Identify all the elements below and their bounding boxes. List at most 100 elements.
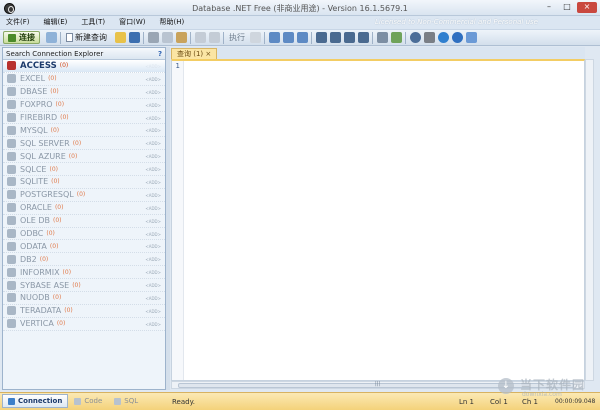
connection-count: (0) (76, 191, 86, 199)
new-query-button[interactable]: 新建查询 (63, 31, 110, 44)
add-connection-link[interactable]: <ADD> (145, 219, 161, 224)
connection-count: (0) (48, 75, 57, 83)
add-connection-link[interactable]: <ADD> (145, 141, 161, 146)
connection-item-mysql[interactable]: MYSQL (0) <ADD> (3, 124, 165, 138)
export-icon[interactable] (376, 32, 388, 43)
menu-file[interactable]: 文件(F) (6, 16, 30, 29)
add-connection-link[interactable]: <ADD> (145, 296, 161, 301)
undo-icon[interactable] (194, 32, 206, 43)
execute-button[interactable]: 执行 (229, 32, 245, 43)
connection-item-postgresql[interactable]: POSTGRESQL (0) <ADD> (3, 189, 165, 202)
watermark: ↓ 当下软件园 downxia.com (494, 374, 598, 408)
menu-help[interactable]: 帮助(H) (160, 16, 185, 29)
uncomment-icon[interactable] (296, 32, 308, 43)
tab-code[interactable]: Code (68, 394, 108, 408)
connection-item-sql-azure[interactable]: SQL AZURE (0) <ADD> (3, 150, 165, 164)
database-icon (7, 61, 16, 71)
close-button[interactable]: × (577, 2, 597, 13)
menu-tools[interactable]: 工具(T) (81, 16, 105, 29)
add-connection-link[interactable]: <ADD> (145, 283, 161, 288)
connection-item-excel[interactable]: EXCEL (0) <ADD> (3, 73, 165, 86)
connection-item-sqlce[interactable]: SQLCE (0) <ADD> (3, 163, 165, 177)
add-connection-link[interactable]: <ADD> (145, 232, 161, 237)
tab-sql[interactable]: SQL (108, 394, 144, 408)
add-connection-link[interactable]: <ADD> (145, 193, 161, 198)
add-connection-link[interactable]: <ADD> (145, 206, 161, 211)
connection-item-sqlite[interactable]: SQLITE (0) <ADD> (3, 176, 165, 189)
connection-item-teradata[interactable]: TERADATA (0) <ADD> (3, 305, 165, 318)
watermark-url: downxia.com (522, 391, 562, 398)
wrap-icon[interactable] (357, 32, 369, 43)
panel-splitter[interactable] (166, 47, 170, 390)
connection-item-informix[interactable]: INFORMIX (0) <ADD> (3, 266, 165, 280)
connection-count: (0) (55, 101, 65, 109)
options-icon[interactable] (409, 32, 421, 43)
connection-item-vertica[interactable]: VERTICA (0) <ADD> (3, 318, 165, 331)
database-icon (7, 229, 16, 239)
paste-icon[interactable] (175, 32, 187, 43)
tab-close-icon[interactable]: × (205, 50, 211, 58)
connection-item-firebird[interactable]: FIREBIRD (0) <ADD> (3, 112, 165, 125)
arrow-icon[interactable] (465, 32, 477, 43)
redo-icon[interactable] (208, 32, 220, 43)
tab-query-1[interactable]: 查询 (1) × (171, 48, 218, 59)
add-connection-link[interactable]: <ADD> (145, 77, 161, 82)
connection-name: SQLITE (20, 177, 49, 187)
add-connection-link[interactable]: <ADD> (145, 322, 161, 327)
add-connection-link[interactable]: <ADD> (145, 257, 161, 262)
connection-item-odata[interactable]: ODATA (0) <ADD> (3, 240, 165, 254)
connection-item-sybase-ase[interactable]: SYBASE ASE (0) <ADD> (3, 279, 165, 293)
add-connection-link[interactable]: <ADD> (145, 244, 161, 249)
copy-icon[interactable] (161, 32, 173, 43)
refresh-icon[interactable] (45, 32, 57, 43)
add-connection-link[interactable]: <ADD> (145, 90, 161, 95)
web-icon[interactable] (437, 32, 449, 43)
add-connection-link[interactable]: <ADD> (145, 180, 161, 185)
maximize-button[interactable]: □ (559, 2, 575, 13)
add-connection-link[interactable]: <ADD> (145, 128, 161, 133)
connection-name: VERTICA (20, 319, 54, 329)
watermark-download-icon: ↓ (498, 378, 514, 394)
save-icon[interactable] (128, 32, 140, 43)
align-icon[interactable] (343, 32, 355, 43)
cut-icon[interactable] (147, 32, 159, 43)
new-query-label: 新建查询 (75, 33, 107, 42)
add-connection-link[interactable]: <ADD> (145, 309, 161, 314)
connection-item-odbc[interactable]: ODBC (0) <ADD> (3, 228, 165, 241)
check-icon[interactable] (249, 32, 261, 43)
menu-window[interactable]: 窗口(W) (119, 16, 145, 29)
comment-icon[interactable] (282, 32, 294, 43)
indent-icon[interactable] (315, 32, 327, 43)
explorer-help-button[interactable]: ? (158, 48, 162, 60)
vertical-scrollbar[interactable] (585, 59, 594, 381)
format-icon[interactable] (268, 32, 280, 43)
outdent-icon[interactable] (329, 32, 341, 43)
toolbar-separator (190, 31, 191, 44)
connection-item-dbase[interactable]: DBASE (0) <ADD> (3, 86, 165, 99)
open-folder-icon[interactable] (114, 32, 126, 43)
add-connection-link[interactable]: <ADD> (145, 154, 161, 159)
connection-item-foxpro[interactable]: FOXPRO (0) <ADD> (3, 99, 165, 112)
add-connection-link[interactable]: <ADD> (145, 64, 161, 69)
connection-item-oracle[interactable]: ORACLE (0) <ADD> (3, 202, 165, 215)
connection-item-ole-db[interactable]: OLE DB (0) <ADD> (3, 215, 165, 228)
tools-icon[interactable] (423, 32, 435, 43)
connection-count: (0) (39, 255, 49, 263)
tab-connection[interactable]: Connection (2, 394, 69, 408)
add-connection-link[interactable]: <ADD> (145, 116, 161, 121)
add-connection-link[interactable]: <ADD> (145, 270, 161, 275)
sql-editor[interactable]: 1 (171, 59, 585, 381)
connection-item-db2[interactable]: DB2 (0) <ADD> (3, 253, 165, 267)
help-icon[interactable] (451, 32, 463, 43)
scroll-grip: ||| (375, 381, 381, 387)
minimize-button[interactable]: – (541, 2, 557, 13)
connection-item-nuodb[interactable]: NUODB (0) <ADD> (3, 292, 165, 305)
bottom-tab-strip: Connection Code SQL (2, 394, 144, 408)
import-icon[interactable] (390, 32, 402, 43)
connect-button[interactable]: 连接 (3, 31, 40, 44)
add-connection-link[interactable]: <ADD> (145, 167, 161, 172)
add-connection-link[interactable]: <ADD> (145, 103, 161, 108)
menu-edit[interactable]: 编辑(E) (44, 16, 68, 29)
connection-item-access[interactable]: ACCESS (0) <ADD> (3, 60, 165, 73)
connection-item-sql-server[interactable]: SQL SERVER (0) <ADD> (3, 137, 165, 151)
